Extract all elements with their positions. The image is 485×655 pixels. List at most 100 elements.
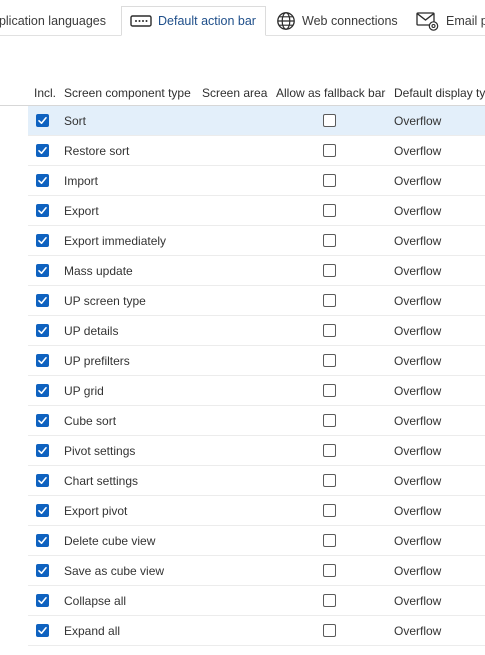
- incl-checkbox[interactable]: [36, 234, 49, 247]
- incl-checkbox[interactable]: [36, 144, 49, 157]
- display-type-cell[interactable]: Overflow: [394, 406, 441, 435]
- incl-checkbox[interactable]: [36, 324, 49, 337]
- display-type-cell[interactable]: Overflow: [394, 466, 441, 495]
- table-row[interactable]: UP prefilters Overflow: [28, 346, 485, 376]
- table-row[interactable]: UP grid Overflow: [28, 376, 485, 406]
- incl-checkbox[interactable]: [36, 294, 49, 307]
- table-row[interactable]: Export Overflow: [28, 196, 485, 226]
- display-type-cell[interactable]: Overflow: [394, 616, 441, 645]
- fallback-checkbox[interactable]: [323, 444, 336, 457]
- table-row[interactable]: UP screen type Overflow: [28, 286, 485, 316]
- incl-checkbox[interactable]: [36, 534, 49, 547]
- fallback-checkbox[interactable]: [323, 534, 336, 547]
- fallback-checkbox[interactable]: [323, 114, 336, 127]
- fallback-checkbox[interactable]: [323, 204, 336, 217]
- table-row[interactable]: Save as cube view Overflow: [28, 556, 485, 586]
- fallback-checkbox[interactable]: [323, 414, 336, 427]
- display-type-cell[interactable]: Overflow: [394, 556, 441, 585]
- incl-checkbox[interactable]: [36, 474, 49, 487]
- fallback-checkbox[interactable]: [323, 474, 336, 487]
- table-row[interactable]: Expand all Overflow: [28, 616, 485, 646]
- display-type-cell[interactable]: Overflow: [394, 316, 441, 345]
- display-type-cell[interactable]: Overflow: [394, 436, 441, 465]
- incl-cell: [36, 526, 49, 555]
- table-row[interactable]: Sort Overflow: [28, 106, 485, 136]
- fallback-checkbox[interactable]: [323, 624, 336, 637]
- fallback-checkbox[interactable]: [323, 354, 336, 367]
- component-type-cell: UP prefilters: [64, 353, 130, 368]
- display-type-cell[interactable]: Overflow: [394, 286, 441, 315]
- component-type-cell: Export immediately: [64, 233, 167, 248]
- column-header-component-type[interactable]: Screen component type: [64, 86, 191, 100]
- incl-checkbox[interactable]: [36, 174, 49, 187]
- tab-label: Default action bar: [158, 14, 256, 28]
- tab-web-connections[interactable]: Web connections: [276, 6, 404, 35]
- component-type-cell: Delete cube view: [64, 533, 156, 548]
- display-type-cell[interactable]: Overflow: [394, 166, 441, 195]
- tab-application-languages[interactable]: pplication languages: [0, 6, 110, 35]
- fallback-checkbox[interactable]: [323, 264, 336, 277]
- table-row[interactable]: Export pivot Overflow: [28, 496, 485, 526]
- incl-checkbox[interactable]: [36, 204, 49, 217]
- tab-default-action-bar[interactable]: Default action bar: [121, 6, 266, 36]
- table-row[interactable]: Chart settings Overflow: [28, 466, 485, 496]
- fallback-checkbox[interactable]: [323, 564, 336, 577]
- display-type-cell[interactable]: Overflow: [394, 256, 441, 285]
- fallback-checkbox[interactable]: [323, 594, 336, 607]
- display-type-cell[interactable]: Overflow: [394, 346, 441, 375]
- fallback-checkbox[interactable]: [323, 174, 336, 187]
- display-type-cell[interactable]: Overflow: [394, 136, 441, 165]
- display-type-cell[interactable]: Overflow: [394, 196, 441, 225]
- table-row[interactable]: UP details Overflow: [28, 316, 485, 346]
- column-header-incl[interactable]: Incl.: [34, 86, 56, 100]
- component-type-cell: UP details: [64, 323, 119, 338]
- check-icon: [37, 115, 48, 126]
- grid-body: Sort Overflow Restore sort Overflow Import Ov…: [28, 106, 485, 646]
- fallback-checkbox[interactable]: [323, 384, 336, 397]
- check-icon: [37, 565, 48, 576]
- column-header-fallback[interactable]: Allow as fallback bar: [276, 86, 385, 100]
- incl-cell: [36, 316, 49, 345]
- display-type-cell[interactable]: Overflow: [394, 526, 441, 555]
- check-icon: [37, 385, 48, 396]
- display-type-cell[interactable]: Overflow: [394, 106, 441, 135]
- fallback-checkbox[interactable]: [323, 234, 336, 247]
- table-row[interactable]: Cube sort Overflow: [28, 406, 485, 436]
- table-row[interactable]: Mass update Overflow: [28, 256, 485, 286]
- fallback-checkbox[interactable]: [323, 324, 336, 337]
- incl-checkbox[interactable]: [36, 444, 49, 457]
- incl-cell: [36, 586, 49, 615]
- display-type-cell[interactable]: Overflow: [394, 376, 441, 405]
- incl-checkbox[interactable]: [36, 594, 49, 607]
- incl-checkbox[interactable]: [36, 114, 49, 127]
- incl-checkbox[interactable]: [36, 384, 49, 397]
- column-header-screen-area[interactable]: Screen area: [202, 86, 267, 100]
- table-row[interactable]: Collapse all Overflow: [28, 586, 485, 616]
- fallback-checkbox[interactable]: [323, 144, 336, 157]
- incl-checkbox[interactable]: [36, 264, 49, 277]
- incl-checkbox[interactable]: [36, 414, 49, 427]
- table-row[interactable]: Pivot settings Overflow: [28, 436, 485, 466]
- globe-icon: [276, 11, 296, 31]
- tab-label: pplication languages: [0, 13, 106, 28]
- component-type-cell: Collapse all: [64, 593, 127, 608]
- table-row[interactable]: Restore sort Overflow: [28, 136, 485, 166]
- display-type-cell[interactable]: Overflow: [394, 496, 441, 525]
- incl-checkbox[interactable]: [36, 354, 49, 367]
- incl-checkbox[interactable]: [36, 624, 49, 637]
- display-type-cell[interactable]: Overflow: [394, 586, 441, 615]
- check-icon: [37, 205, 48, 216]
- table-row[interactable]: Export immediately Overflow: [28, 226, 485, 256]
- incl-checkbox[interactable]: [36, 504, 49, 517]
- tab-email-settings[interactable]: Email pr: [416, 6, 485, 35]
- check-icon: [37, 175, 48, 186]
- table-row[interactable]: Import Overflow: [28, 166, 485, 196]
- incl-checkbox[interactable]: [36, 564, 49, 577]
- display-type-cell[interactable]: Overflow: [394, 226, 441, 255]
- fallback-checkbox[interactable]: [323, 294, 336, 307]
- check-icon: [37, 265, 48, 276]
- fallback-checkbox[interactable]: [323, 504, 336, 517]
- incl-cell: [36, 286, 49, 315]
- column-header-display-type[interactable]: Default display ty: [394, 86, 485, 100]
- table-row[interactable]: Delete cube view Overflow: [28, 526, 485, 556]
